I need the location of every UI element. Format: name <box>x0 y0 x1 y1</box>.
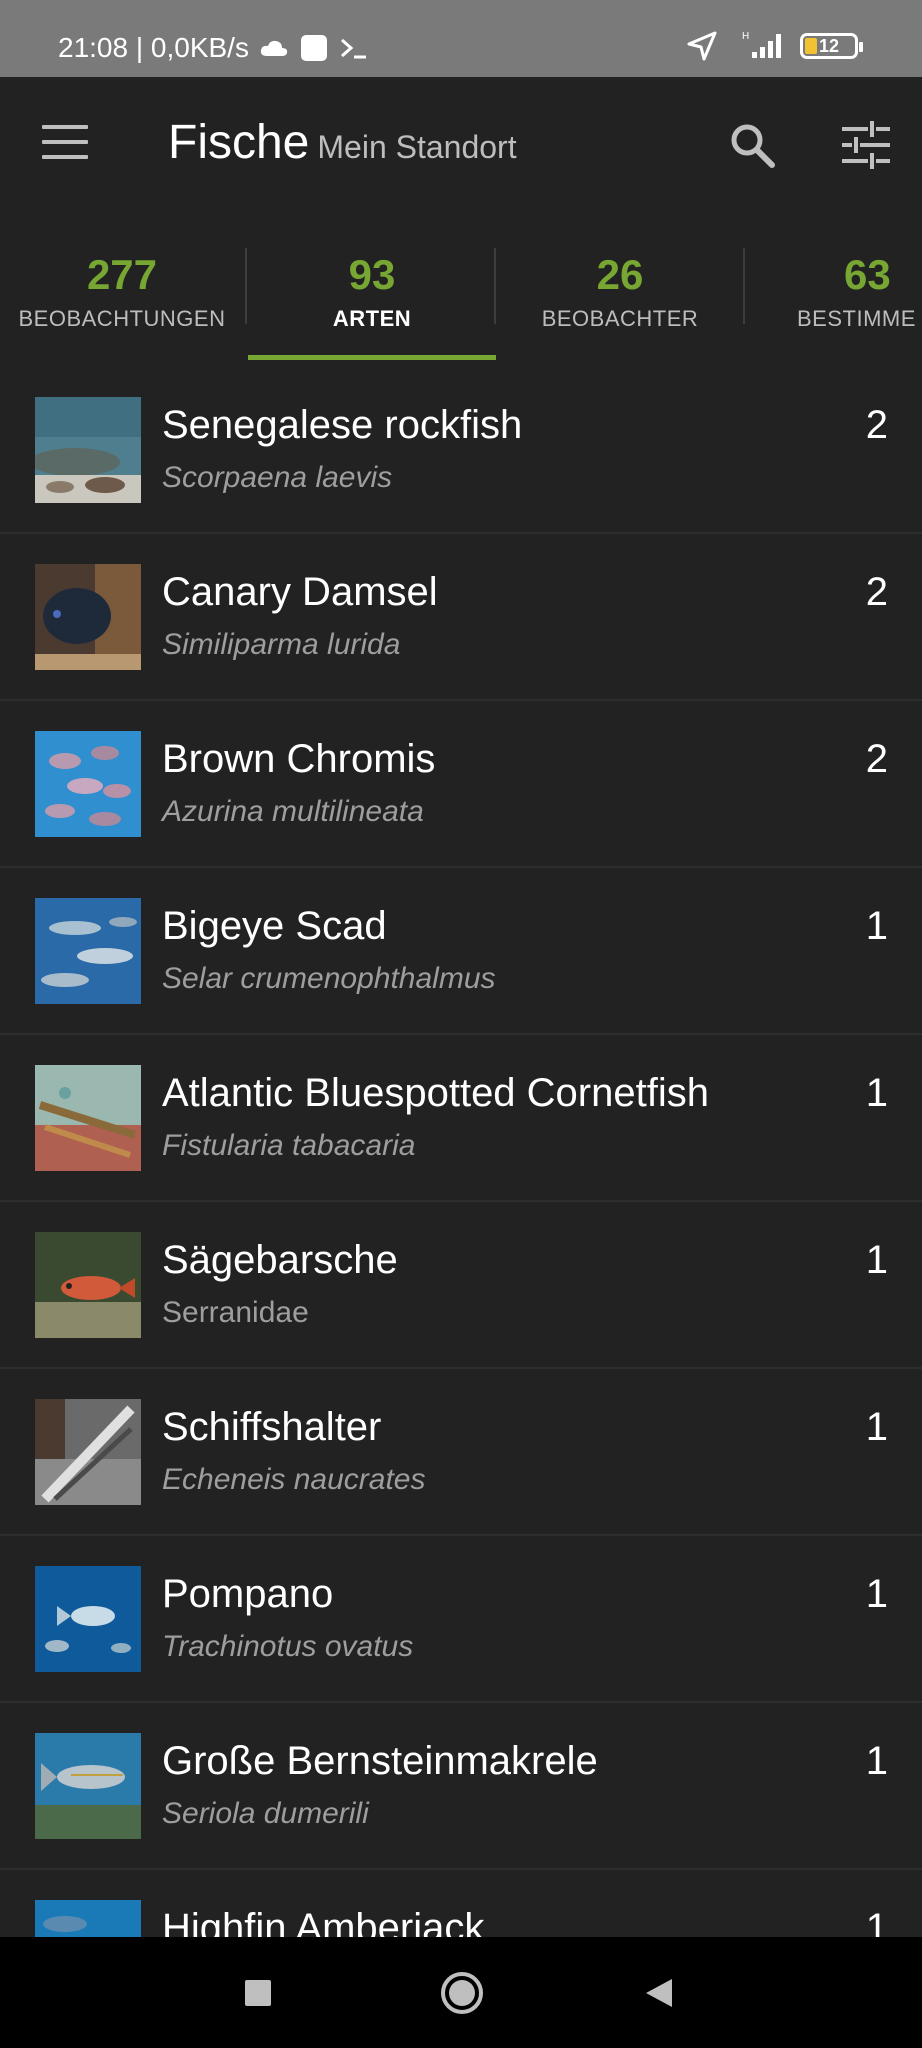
list-item[interactable]: Highfin Amberjack 1 <box>0 1870 922 1937</box>
battery-level: 12 <box>818 35 840 56</box>
species-photo <box>35 1399 141 1505</box>
app-notification-icon <box>300 35 327 61</box>
tab-beobachter[interactable]: 26 BEOBACHTER <box>496 230 744 360</box>
page-title: Fische Mein Standort <box>168 115 517 170</box>
signal-type-label: H <box>742 31 749 42</box>
list-item[interactable]: Brown Chromis Azurina multilineata 2 <box>0 701 922 868</box>
species-common-name: Senegalese rockfish <box>162 403 523 447</box>
observation-count: 2 <box>865 570 888 614</box>
species-scientific-name: Similiparma lurida <box>162 628 401 661</box>
tab-count: 63 <box>844 251 891 298</box>
list-item[interactable]: Pompano Trachinotus ovatus 1 <box>0 1536 922 1703</box>
list-item[interactable]: Canary Damsel Similiparma lurida 2 <box>0 534 922 701</box>
observation-count: 1 <box>865 1739 888 1783</box>
recents-square-icon <box>245 1980 271 2006</box>
tab-label: BEOBACHTUNGEN <box>18 306 226 331</box>
search-icon <box>731 124 775 168</box>
location-subtitle: Mein Standort <box>317 129 517 165</box>
filter-sliders-icon <box>842 121 890 169</box>
species-scientific-name: Fistularia tabacaria <box>162 1129 416 1162</box>
tab-beobachtungen[interactable]: 277 BEOBACHTUNGEN <box>0 230 246 360</box>
species-scientific-name: Seriola dumerili <box>162 1797 369 1830</box>
list-item[interactable]: Große Bernsteinmakrele Seriola dumerili … <box>0 1703 922 1870</box>
observation-count: 1 <box>865 1906 888 1937</box>
list-item[interactable]: Atlantic Bluespotted Cornetfish Fistular… <box>0 1035 922 1202</box>
species-common-name: Sägebarsche <box>162 1238 398 1282</box>
status-time-network: 21:08 | 0,0KB/s <box>58 32 249 63</box>
observation-count: 2 <box>865 737 888 781</box>
tab-count: 277 <box>86 251 158 298</box>
tab-bestimmer[interactable]: 63 BESTIMME <box>744 230 922 360</box>
species-common-name: Schiffshalter <box>162 1405 382 1449</box>
battery-icon: 12 <box>800 33 863 59</box>
species-common-name: Pompano <box>162 1572 334 1616</box>
list-item[interactable]: Senegalese rockfish Scorpaena laevis 2 <box>0 367 922 534</box>
species-common-name: Atlantic Bluespotted Cornetfish <box>162 1071 709 1115</box>
list-item[interactable]: Bigeye Scad Selar crumenophthalmus 1 <box>0 868 922 1035</box>
title-text: Fische <box>168 116 310 169</box>
species-common-name: Brown Chromis <box>162 737 436 781</box>
menu-button[interactable] <box>42 125 88 163</box>
tab-label: BEOBACHTER <box>541 306 699 331</box>
search-button[interactable] <box>728 121 776 169</box>
species-photo <box>35 1566 141 1672</box>
species-scientific-name: Selar crumenophthalmus <box>162 962 496 995</box>
tab-count: 93 <box>348 251 396 298</box>
species-scientific-name: Azurina multilineata <box>162 795 424 828</box>
observation-count: 1 <box>865 1405 888 1449</box>
species-photo <box>35 1232 141 1338</box>
species-photo <box>35 1065 141 1171</box>
cloud-icon <box>260 40 288 56</box>
location-arrow-icon <box>687 31 717 61</box>
active-tab-indicator <box>248 355 496 360</box>
status-right: H 12 <box>686 30 863 62</box>
stats-tabs: 277 BEOBACHTUNGEN 93 ARTEN 26 BEOBACHTER… <box>0 230 922 365</box>
species-list: Senegalese rockfish Scorpaena laevis 2 C… <box>0 367 922 1937</box>
species-scientific-name: Serranidae <box>162 1296 309 1329</box>
tab-arten[interactable]: 93 ARTEN <box>248 230 496 360</box>
home-circle-icon <box>441 1972 483 2014</box>
species-photo <box>35 1733 141 1839</box>
observation-count: 1 <box>865 904 888 948</box>
system-nav-bar <box>0 1937 922 2048</box>
list-item[interactable]: Sägebarsche Serranidae 1 <box>0 1202 922 1369</box>
species-common-name: Highfin Amberjack <box>162 1906 485 1937</box>
tab-count: 26 <box>596 251 644 298</box>
species-photo <box>35 731 141 837</box>
signal-icon: H <box>742 31 781 58</box>
species-photo <box>35 564 141 670</box>
tab-label: BESTIMME <box>797 306 916 331</box>
observation-count: 1 <box>865 1572 888 1616</box>
observation-count: 1 <box>865 1071 888 1115</box>
tab-divider <box>245 248 247 324</box>
species-scientific-name: Trachinotus ovatus <box>162 1630 414 1663</box>
species-scientific-name: Echeneis naucrates <box>162 1463 426 1496</box>
species-common-name: Bigeye Scad <box>162 904 387 948</box>
species-photo <box>35 397 141 503</box>
observation-count: 2 <box>865 403 888 447</box>
status-bar: 21:08 | 0,0KB/s H 12 <box>0 0 922 77</box>
terminal-icon <box>340 38 366 59</box>
back-triangle-icon <box>646 1979 672 2007</box>
list-item[interactable]: Schiffshalter Echeneis naucrates 1 <box>0 1369 922 1536</box>
tab-label: ARTEN <box>332 306 412 331</box>
species-scientific-name: Scorpaena laevis <box>162 461 393 494</box>
species-common-name: Canary Damsel <box>162 570 438 614</box>
species-common-name: Große Bernsteinmakrele <box>162 1739 598 1783</box>
species-photo <box>35 1900 141 1937</box>
observation-count: 1 <box>865 1238 888 1282</box>
species-photo <box>35 898 141 1004</box>
filter-button[interactable] <box>840 121 892 169</box>
status-left: 21:08 | 0,0KB/s <box>58 32 369 64</box>
back-button[interactable] <box>644 1977 674 2014</box>
home-button[interactable] <box>440 1971 484 2020</box>
recents-button[interactable] <box>244 1979 272 2012</box>
hamburger-menu-icon <box>42 125 88 129</box>
